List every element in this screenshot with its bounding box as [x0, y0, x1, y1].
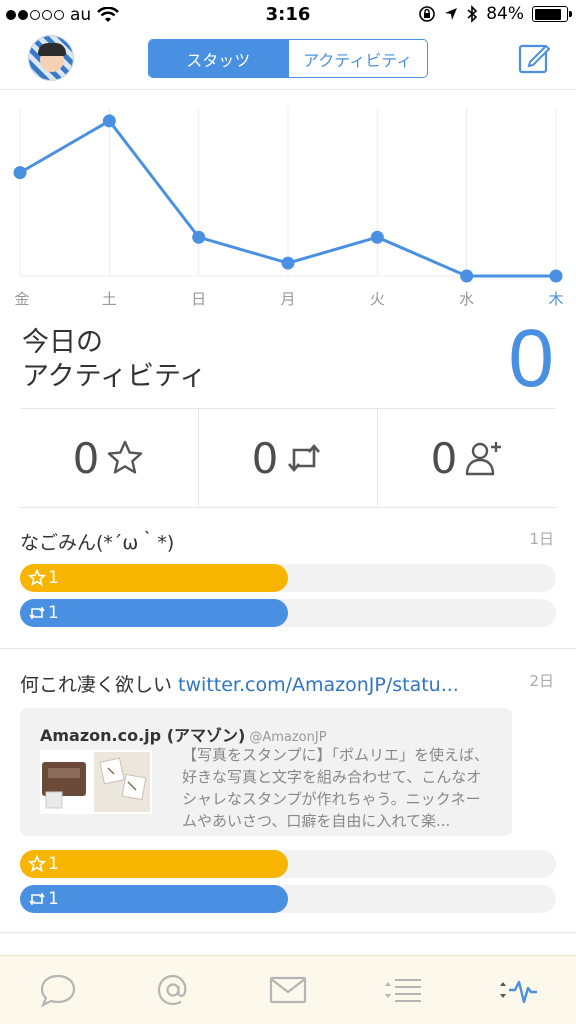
chart-point [281, 256, 295, 270]
battery-percent: 84% [486, 4, 524, 24]
activity-icon[interactable] [498, 972, 538, 1008]
weekly-activity-chart: 金土日月火水木 [0, 98, 576, 318]
chart-point [549, 269, 563, 283]
tab-messages[interactable] [230, 956, 345, 1024]
retweets-stat: 0 [198, 409, 377, 507]
card-title: Amazon.co.jp (アマゾン) @AmazonJP [40, 722, 327, 746]
card-title-text: Amazon.co.jp (アマゾン) [40, 726, 246, 745]
list-icon[interactable] [383, 972, 423, 1008]
avatar[interactable] [28, 35, 74, 81]
today-label-line2: アクティビティ [22, 361, 207, 392]
tweet-text: 何これ凄く欲しい twitter.com/AmazonJP/statu... [20, 670, 556, 697]
favorites-bar: 1 [20, 564, 556, 592]
today-activity: 今日の アクティビティ 0 [0, 313, 576, 410]
chart-svg: 金土日月火水木 [13, 108, 564, 308]
retweets-count: 0 [251, 433, 279, 483]
tab-lists[interactable] [346, 956, 461, 1024]
star-icon [28, 855, 46, 873]
orientation-lock-icon [419, 6, 436, 22]
tweet-date: 2日 [529, 672, 554, 690]
chart-tick-label: 土 [102, 290, 117, 308]
divider [0, 932, 576, 933]
chart-tick-label: 月 [280, 290, 295, 308]
followers-count: 0 [430, 433, 458, 483]
status-bar: au 3:16 84% [0, 0, 576, 32]
favorites-stat: 0 [20, 409, 198, 507]
chart-point [13, 166, 27, 180]
tweet-link[interactable]: twitter.com/AmazonJP/statu... [178, 674, 459, 696]
chart-point [370, 230, 384, 244]
divider [0, 648, 576, 649]
retweets-bar-fill: 1 [20, 885, 288, 913]
nav-bar: スタッツ アクティビティ [0, 32, 576, 90]
activity-item[interactable]: 何これ凄く欲しい twitter.com/AmazonJP/statu... 2… [20, 670, 556, 920]
activity-header: なごみん(*´ω｀*) 1日 [20, 528, 556, 558]
retweets-bar-fill: 1 [20, 599, 288, 627]
favorites-value: 1 [48, 568, 59, 588]
tweet-text-body: 何これ凄く欲しい [20, 674, 179, 696]
today-count: 0 [508, 313, 554, 404]
favorites-value: 1 [48, 854, 59, 874]
retweet-icon [29, 606, 45, 620]
chart-point [102, 114, 116, 128]
favorites-bar: 1 [20, 850, 556, 878]
add-follower-icon [466, 442, 502, 476]
chart-point [460, 269, 474, 283]
mention-icon[interactable] [153, 972, 193, 1008]
retweets-bar: 1 [20, 599, 556, 627]
tab-activity[interactable]: アクティビティ [287, 40, 427, 77]
tab-mentions[interactable] [115, 956, 230, 1024]
tweet-date: 1日 [529, 530, 554, 548]
mail-icon[interactable] [268, 972, 308, 1008]
bluetooth-icon [467, 5, 478, 23]
star-icon [108, 440, 143, 474]
chart-tick-label: 水 [459, 290, 474, 308]
favorites-count: 0 [72, 433, 100, 483]
favorites-bar-fill: 1 [20, 564, 288, 592]
chart-tick-label: 木 [548, 290, 563, 308]
tab-timeline[interactable] [0, 956, 115, 1024]
followers-stat: 0 [377, 409, 556, 507]
stats-row: 0 0 0 [20, 408, 556, 508]
card-body: 【写真をスタンプに】「ポムリエ」を使えば、好きな写真と文字を組み合わせて、こんな… [182, 746, 490, 830]
retweet-icon [288, 443, 321, 473]
activity-item[interactable]: なごみん(*´ω｀*) 1日 1 1 [20, 528, 556, 634]
battery-icon [532, 6, 572, 22]
link-card[interactable]: Amazon.co.jp (アマゾン) @AmazonJP 【写真をスタンプに】「… [20, 708, 512, 836]
today-label-line1: 今日の [22, 327, 103, 358]
activity-header: 何これ凄く欲しい twitter.com/AmazonJP/statu... 2… [20, 670, 556, 700]
status-right: 84% [418, 4, 572, 24]
retweets-value: 1 [48, 603, 59, 623]
location-icon [445, 8, 458, 20]
retweets-value: 1 [48, 889, 59, 909]
card-handle: @AmazonJP [249, 730, 327, 745]
retweet-icon [29, 892, 45, 906]
tab-activity-stats[interactable] [461, 956, 576, 1024]
today-label: 今日の アクティビティ [22, 326, 282, 394]
card-thumbnail [40, 750, 152, 814]
chart-point [192, 230, 206, 244]
tab-bar [0, 955, 576, 1024]
compose-icon[interactable] [518, 42, 550, 74]
star-icon [28, 569, 46, 587]
chart-tick-label: 日 [191, 290, 206, 308]
retweets-bar: 1 [20, 885, 556, 913]
tab-stats[interactable]: スタッツ [149, 40, 288, 77]
favorites-bar-fill: 1 [20, 850, 288, 878]
chart-tick-label: 火 [370, 290, 385, 308]
chat-bubble-icon[interactable] [38, 972, 78, 1008]
segmented-control: スタッツ アクティビティ [148, 39, 428, 78]
chart-tick-label: 金 [14, 290, 29, 308]
tweet-text: なごみん(*´ω｀*) [20, 532, 175, 554]
